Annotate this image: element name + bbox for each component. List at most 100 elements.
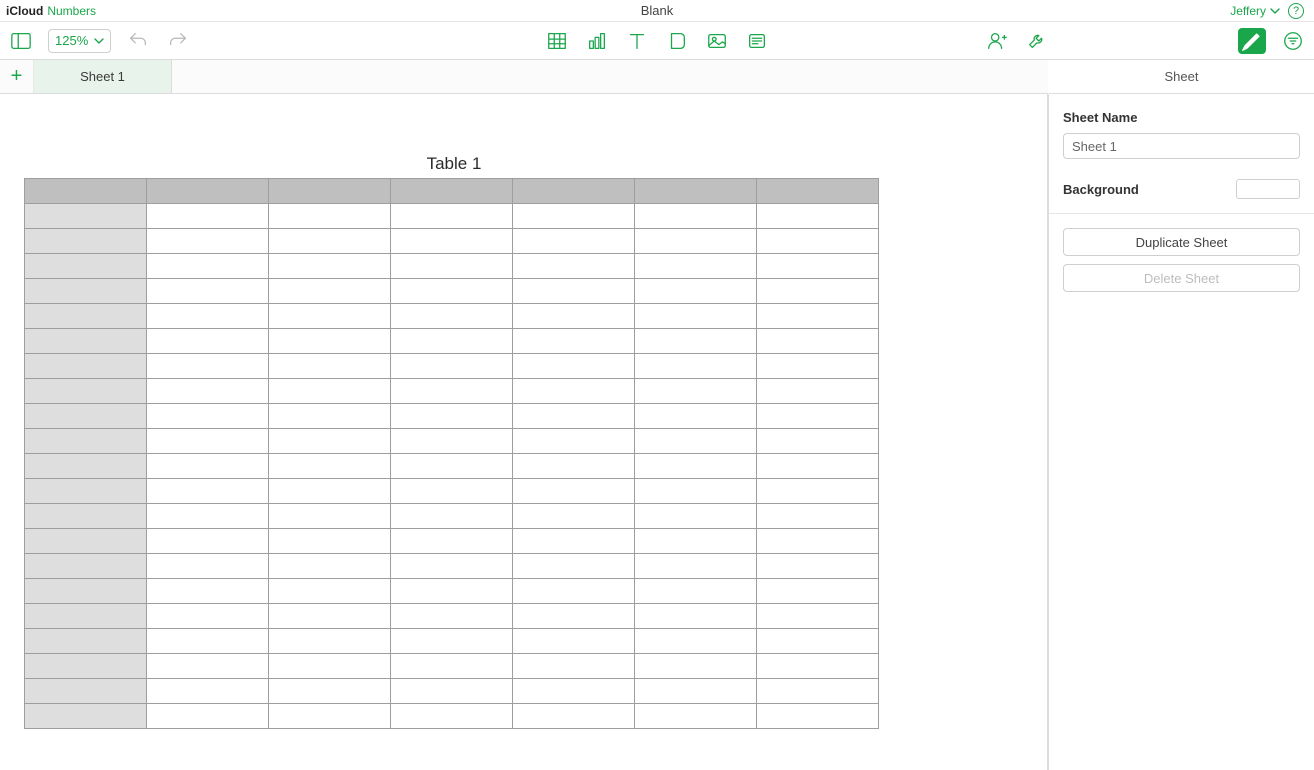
cell[interactable] [635,429,757,454]
row-header[interactable] [25,679,147,704]
insert-text-button[interactable] [624,28,650,54]
cell[interactable] [757,404,879,429]
spreadsheet-table[interactable] [24,178,879,729]
cell[interactable] [513,654,635,679]
cell[interactable] [635,379,757,404]
cell[interactable] [513,429,635,454]
cell[interactable] [269,329,391,354]
row-header[interactable] [25,604,147,629]
row-header[interactable] [25,554,147,579]
cell[interactable] [757,579,879,604]
row-header[interactable] [25,654,147,679]
format-panel-button[interactable] [1238,28,1266,54]
cell[interactable] [147,554,269,579]
cell[interactable] [513,379,635,404]
row-header[interactable] [25,479,147,504]
column-header[interactable] [269,179,391,204]
cell[interactable] [147,429,269,454]
insert-shape-button[interactable] [664,28,690,54]
cell[interactable] [391,304,513,329]
cell[interactable] [513,679,635,704]
cell[interactable] [147,354,269,379]
background-color-swatch[interactable] [1236,179,1300,199]
cell[interactable] [147,579,269,604]
row-header[interactable] [25,254,147,279]
cell[interactable] [513,354,635,379]
cell[interactable] [635,454,757,479]
cell[interactable] [147,204,269,229]
cell[interactable] [635,279,757,304]
cell[interactable] [757,304,879,329]
cell[interactable] [513,529,635,554]
cell[interactable] [391,504,513,529]
cell[interactable] [391,429,513,454]
cell[interactable] [391,354,513,379]
insert-media-button[interactable] [704,28,730,54]
cell[interactable] [391,529,513,554]
cell[interactable] [269,354,391,379]
collaborate-button[interactable] [984,28,1010,54]
cell[interactable] [635,629,757,654]
tools-button[interactable] [1024,28,1050,54]
table-title[interactable]: Table 1 [24,154,884,174]
cell[interactable] [391,704,513,729]
cell[interactable] [757,329,879,354]
cell[interactable] [269,604,391,629]
cell[interactable] [635,229,757,254]
spreadsheet-canvas[interactable]: Table 1 [0,94,1048,770]
cell[interactable] [635,554,757,579]
cell[interactable] [391,404,513,429]
view-button[interactable] [8,28,34,54]
row-header[interactable] [25,379,147,404]
cell[interactable] [513,229,635,254]
cell[interactable] [757,529,879,554]
cell[interactable] [269,554,391,579]
cell[interactable] [147,629,269,654]
insert-chart-button[interactable] [584,28,610,54]
cell[interactable] [635,504,757,529]
cell[interactable] [391,679,513,704]
cell[interactable] [269,504,391,529]
user-menu[interactable]: Jeffery [1230,4,1280,18]
column-header[interactable] [635,179,757,204]
column-header[interactable] [757,179,879,204]
cell[interactable] [635,529,757,554]
cell[interactable] [391,279,513,304]
cell[interactable] [269,579,391,604]
cell[interactable] [757,354,879,379]
cell[interactable] [635,254,757,279]
undo-button[interactable] [125,28,151,54]
cell[interactable] [513,554,635,579]
cell[interactable] [513,604,635,629]
cell[interactable] [147,479,269,504]
cell[interactable] [635,329,757,354]
cell[interactable] [757,604,879,629]
cell[interactable] [147,454,269,479]
cell[interactable] [513,504,635,529]
delete-sheet-button[interactable]: Delete Sheet [1063,264,1300,292]
cell[interactable] [757,504,879,529]
cell[interactable] [513,479,635,504]
row-header[interactable] [25,454,147,479]
cell[interactable] [269,304,391,329]
cell[interactable] [391,629,513,654]
insert-table-button[interactable] [544,28,570,54]
cell[interactable] [147,279,269,304]
cell[interactable] [269,679,391,704]
cell[interactable] [513,254,635,279]
cell[interactable] [513,629,635,654]
cell[interactable] [391,329,513,354]
row-header[interactable] [25,404,147,429]
zoom-select[interactable]: 125% [48,29,111,53]
cell[interactable] [635,679,757,704]
cell[interactable] [513,279,635,304]
cell[interactable] [757,479,879,504]
cell[interactable] [513,404,635,429]
cell[interactable] [635,354,757,379]
cell[interactable] [635,654,757,679]
cell[interactable] [391,379,513,404]
sheet-tab-active[interactable]: Sheet 1 [34,60,172,93]
help-button[interactable]: ? [1288,3,1304,19]
row-header[interactable] [25,304,147,329]
cell[interactable] [269,429,391,454]
